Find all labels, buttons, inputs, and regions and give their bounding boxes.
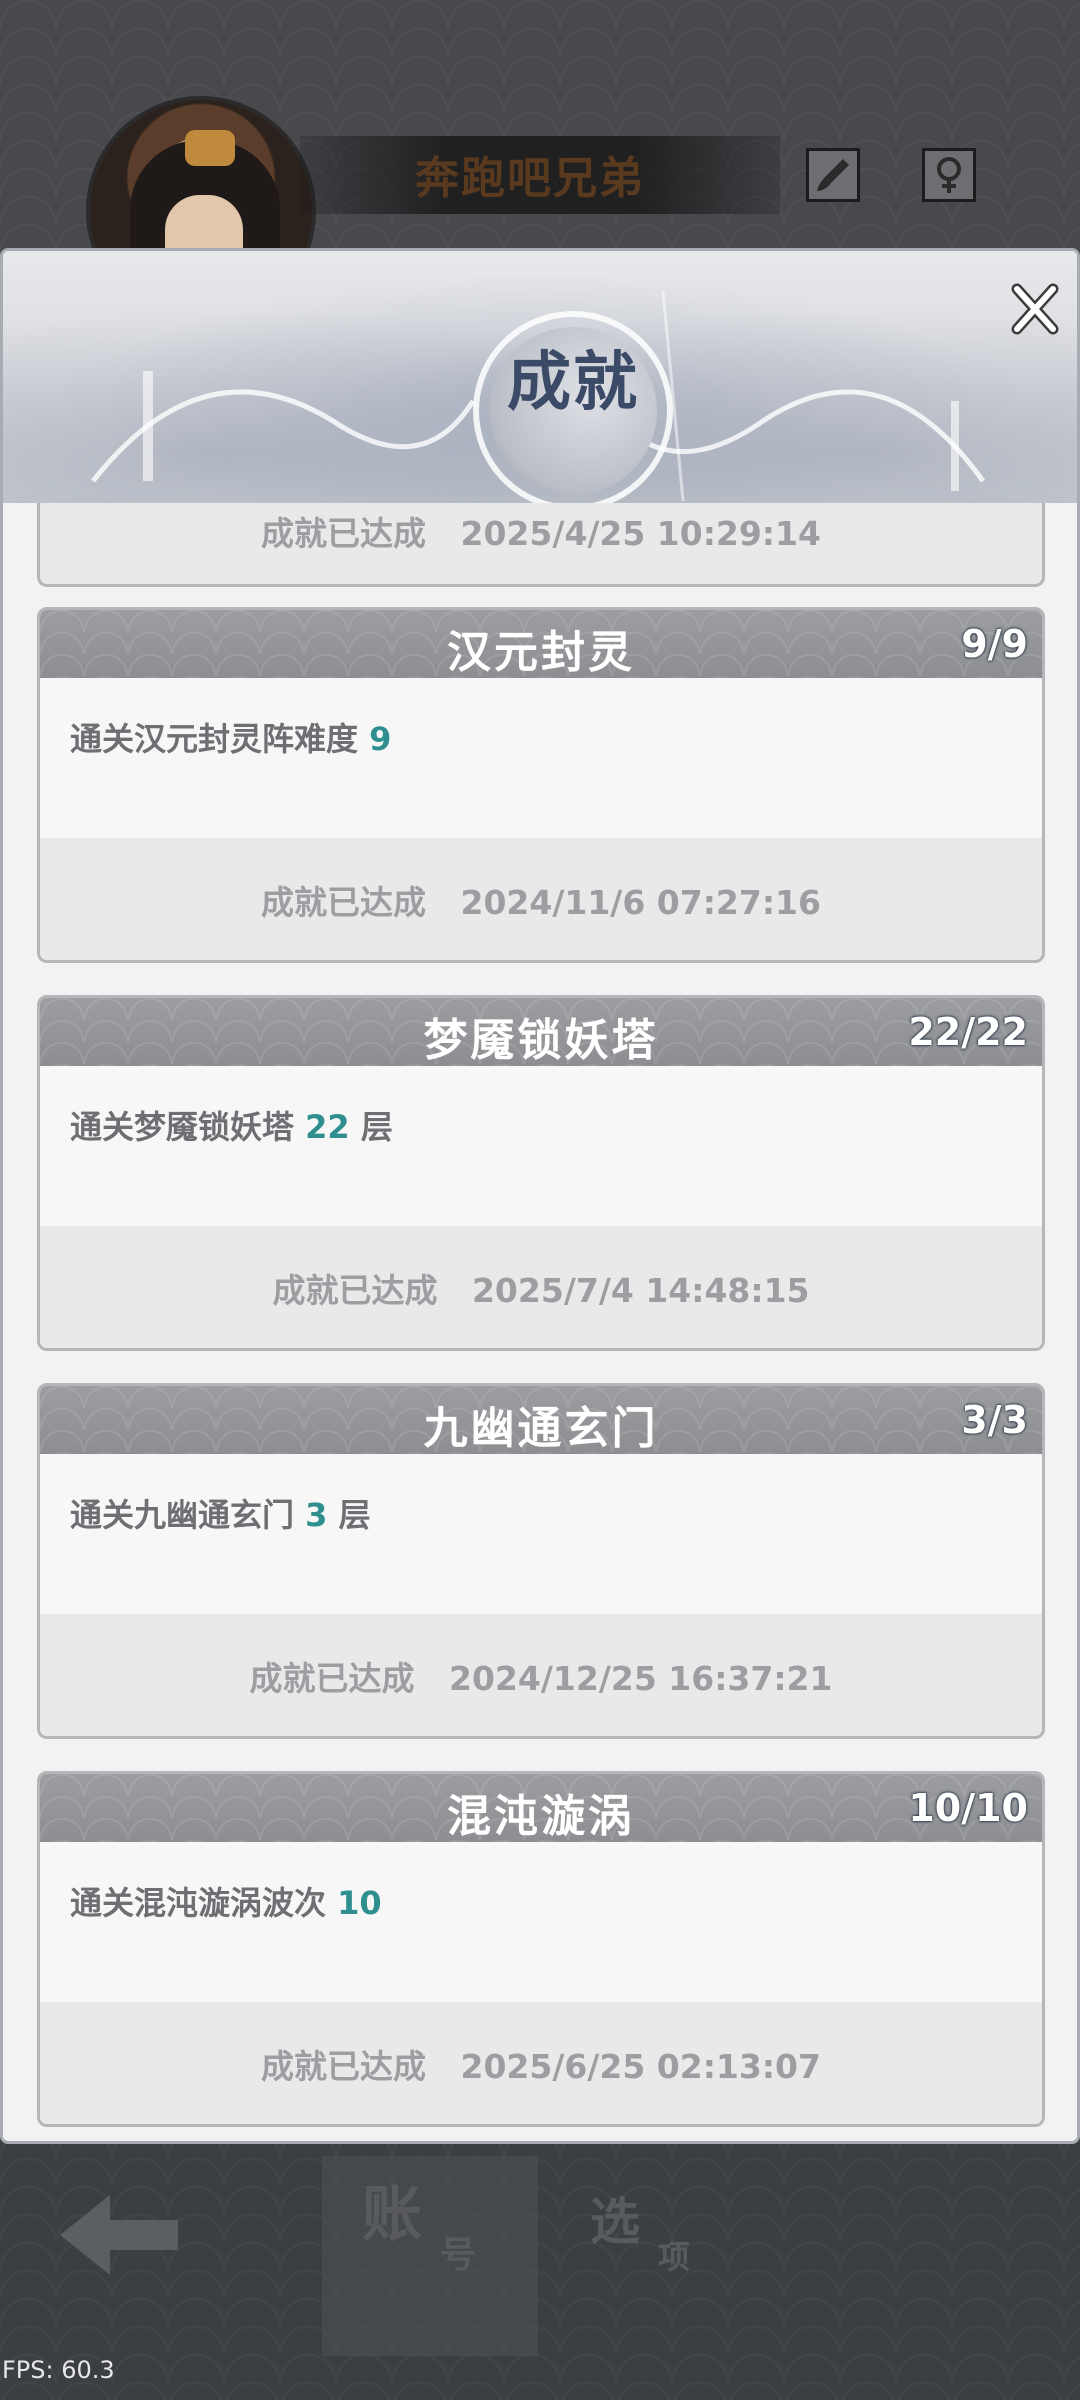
tab-account[interactable]: 账 号 xyxy=(322,2156,538,2356)
achievement-footer: 成就已达成 2025/7/4 14:48:15 xyxy=(40,1226,1042,1348)
modal-title: 成就 xyxy=(507,345,639,420)
achievement-progress: 22/22 xyxy=(908,1010,1028,1054)
tab-options-char2: 项 xyxy=(658,2238,691,2276)
close-icon xyxy=(1011,283,1059,335)
achievement-status: 成就已达成 2025/7/4 14:48:15 xyxy=(272,1271,810,1310)
modal-header-banner: 成就 xyxy=(3,251,1077,511)
player-name: 奔跑吧兄弟 xyxy=(415,153,645,204)
achievement-footer: 成就已达成 2024/12/25 16:37:21 xyxy=(40,1614,1042,1736)
gender-icon xyxy=(937,157,961,193)
achievement-title: 汉元封灵 xyxy=(447,627,635,678)
rename-button[interactable] xyxy=(806,148,860,202)
achievement-title: 梦魇锁妖塔 xyxy=(423,1015,659,1066)
achievement-status: 成就已达成 2025/6/25 02:13:07 xyxy=(261,2047,821,2086)
back-button[interactable] xyxy=(50,2180,190,2290)
achievement-status: 成就已达成 2025/4/25 10:29:14 xyxy=(261,514,821,553)
achievement-description: 通关汉元封灵阵难度 9 xyxy=(70,720,392,758)
brush-icon xyxy=(817,159,849,191)
achievements-modal: 成就 成就已达成 2025/4/25 10:29:14 汉元封灵 9/9 通关汉… xyxy=(0,248,1080,2144)
achievements-list[interactable]: 成就已达成 2025/4/25 10:29:14 汉元封灵 9/9 通关汉元封灵… xyxy=(3,503,1077,2141)
achievement-title: 混沌漩涡 xyxy=(447,1791,635,1842)
tab-account-char2: 号 xyxy=(440,2234,477,2276)
achievement-description: 通关混沌漩涡波次 10 xyxy=(70,1884,382,1922)
achievement-status: 成就已达成 2024/12/25 16:37:21 xyxy=(249,1659,833,1698)
achievement-description: 通关九幽通玄门 3 层 xyxy=(70,1496,371,1534)
achievement-status: 成就已达成 2024/11/6 07:27:16 xyxy=(261,883,821,922)
achievement-card-partial: 成就已达成 2025/4/25 10:29:14 xyxy=(37,503,1045,587)
tab-options-char1: 选 xyxy=(590,2192,640,2251)
back-arrow-icon xyxy=(60,2195,178,2275)
tab-options[interactable]: 选 项 xyxy=(560,2156,760,2356)
achievement-description: 通关梦魇锁妖塔 22 层 xyxy=(70,1108,393,1146)
achievement-footer: 成就已达成 2024/11/6 07:27:16 xyxy=(40,838,1042,960)
avatar-crown xyxy=(185,130,235,166)
close-button[interactable] xyxy=(1005,279,1065,339)
achievement-title: 九幽通玄门 xyxy=(423,1403,659,1454)
achievement-progress: 3/3 xyxy=(961,1398,1028,1442)
achievement-card: 汉元封灵 9/9 通关汉元封灵阵难度 9 成就已达成 2024/11/6 07:… xyxy=(37,607,1045,963)
achievement-progress: 9/9 xyxy=(961,622,1028,666)
achievement-card: 梦魇锁妖塔 22/22 通关梦魇锁妖塔 22 层 成就已达成 2025/7/4 … xyxy=(37,995,1045,1351)
achievement-card: 混沌漩涡 10/10 通关混沌漩涡波次 10 成就已达成 2025/6/25 0… xyxy=(37,1771,1045,2127)
achievement-progress: 10/10 xyxy=(908,1786,1028,1830)
fps-counter: FPS: 60.3 xyxy=(2,2356,115,2384)
achievement-card: 九幽通玄门 3/3 通关九幽通玄门 3 层 成就已达成 2024/12/25 1… xyxy=(37,1383,1045,1739)
achievement-footer: 成就已达成 2025/6/25 02:13:07 xyxy=(40,2002,1042,2124)
tab-account-char1: 账 xyxy=(362,2180,422,2250)
gender-button[interactable] xyxy=(922,148,976,202)
